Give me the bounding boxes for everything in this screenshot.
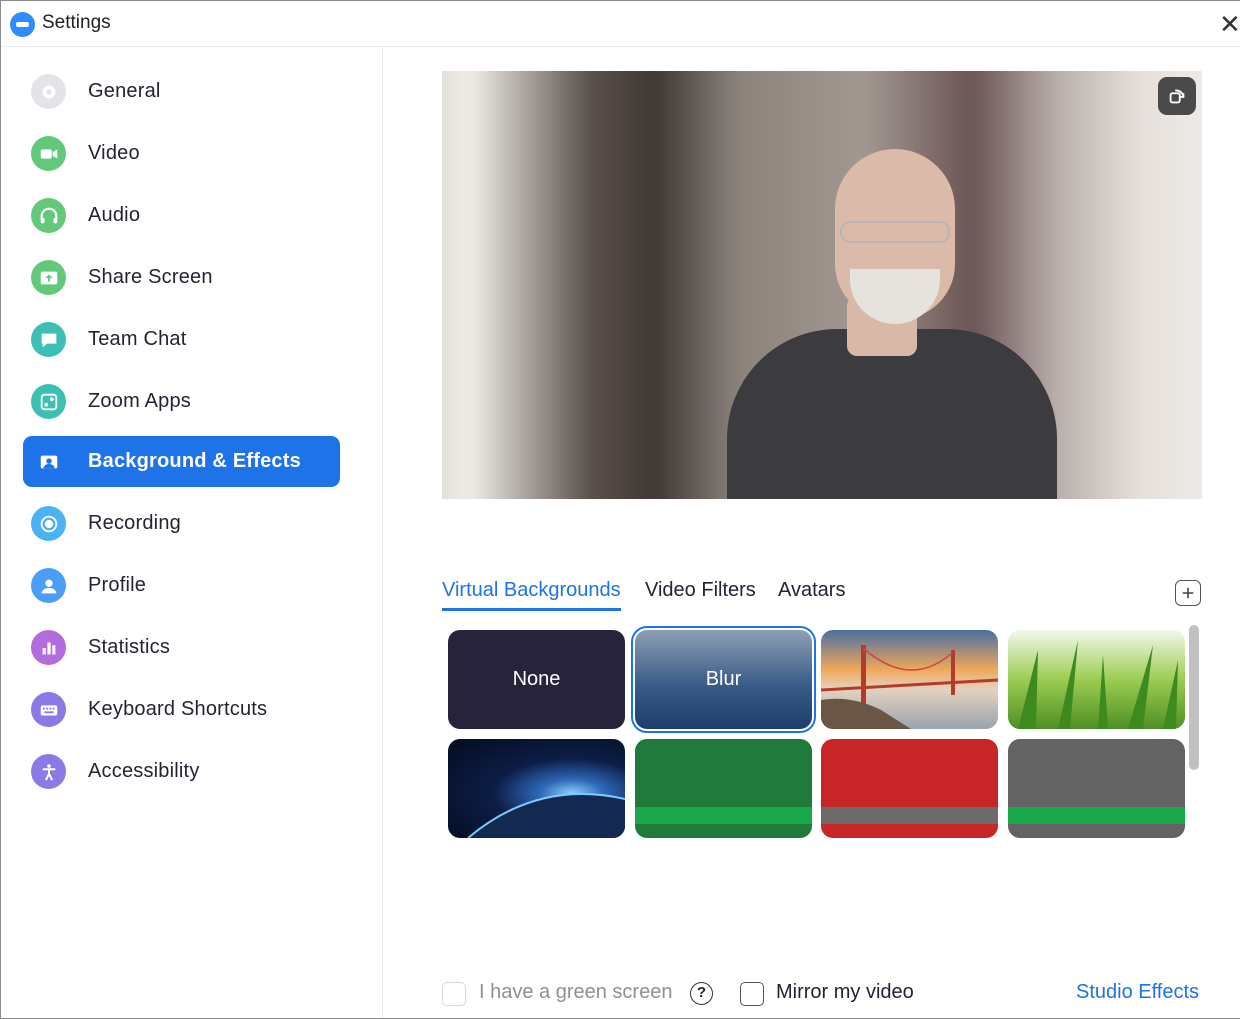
- thumb-label: None: [512, 668, 561, 690]
- record-icon: [31, 506, 66, 541]
- title-bar: Settings ✕: [1, 1, 1240, 47]
- settings-sidebar: General Video Audio Share Screen Team Ch…: [1, 47, 383, 1018]
- background-blur[interactable]: Blur: [631, 626, 816, 733]
- sidebar-item-label: Accessibility: [88, 760, 200, 782]
- grass-image: [1018, 640, 1178, 729]
- sidebar-item-video[interactable]: Video: [23, 128, 340, 179]
- sidebar-item-accessibility[interactable]: Accessibility: [23, 746, 340, 797]
- background-red-branded[interactable]: [821, 739, 998, 838]
- person-glasses: [840, 221, 950, 243]
- background-golden-gate-bridge[interactable]: [821, 630, 998, 729]
- rotate-icon: [1169, 89, 1185, 104]
- sidebar-item-label: Background & Effects: [88, 450, 301, 472]
- user-icon: [31, 568, 66, 603]
- background-green-branded[interactable]: [635, 739, 812, 838]
- brand-stripe: [821, 807, 998, 824]
- background-earth-from-space[interactable]: [448, 739, 625, 838]
- window-title: Settings: [42, 12, 111, 33]
- sidebar-item-audio[interactable]: Audio: [23, 190, 340, 241]
- video-preview: [442, 71, 1202, 499]
- sidebar-item-label: Statistics: [88, 636, 171, 658]
- share-screen-icon: [31, 260, 66, 295]
- rotate-camera-button[interactable]: [1158, 77, 1196, 115]
- backgrounds-scrollbar[interactable]: [1189, 625, 1199, 770]
- keyboard-icon: [31, 692, 66, 727]
- sidebar-item-keyboard-shortcuts[interactable]: Keyboard Shortcuts: [23, 684, 340, 735]
- chat-bubble-icon: [31, 322, 66, 357]
- thumb-label: Blur: [705, 668, 742, 690]
- settings-window: Settings ✕ General Video Audio Share Scr…: [0, 0, 1240, 1019]
- bar-chart-icon: [31, 630, 66, 665]
- apps-icon: [31, 384, 66, 419]
- background-grid: None Blur: [446, 626, 1186, 841]
- brand-stripe: [1008, 807, 1185, 824]
- background-grass[interactable]: [1008, 630, 1185, 729]
- video-camera-icon: [31, 136, 66, 171]
- sidebar-item-background-effects[interactable]: Background & Effects: [23, 436, 340, 487]
- background-effects-panel: Virtual Backgrounds Video Filters Avatar…: [384, 47, 1240, 1018]
- tab-video-filters[interactable]: Video Filters: [645, 579, 756, 608]
- sidebar-item-label: Recording: [88, 512, 181, 534]
- sidebar-item-label: Share Screen: [88, 266, 213, 288]
- plus-icon: [1182, 587, 1194, 599]
- sidebar-item-label: Audio: [88, 204, 141, 226]
- help-icon[interactable]: ?: [690, 982, 713, 1005]
- mirror-video-checkbox[interactable]: [740, 982, 764, 1006]
- sidebar-item-label: Profile: [88, 574, 147, 596]
- sidebar-item-label: Video: [88, 142, 140, 164]
- zoom-logo-icon: [10, 12, 35, 37]
- mirror-video-label: Mirror my video: [776, 981, 914, 1003]
- add-background-button[interactable]: [1175, 580, 1201, 606]
- green-screen-label: I have a green screen: [479, 981, 673, 1003]
- background-none[interactable]: None: [448, 630, 625, 729]
- sidebar-item-share-screen[interactable]: Share Screen: [23, 252, 340, 303]
- bridge-image: [821, 645, 998, 729]
- sidebar-item-label: General: [88, 80, 161, 102]
- sidebar-item-label: Team Chat: [88, 328, 187, 350]
- earth-image: [467, 793, 625, 838]
- studio-effects-link[interactable]: Studio Effects: [1076, 981, 1199, 1004]
- sidebar-item-profile[interactable]: Profile: [23, 560, 340, 611]
- close-button[interactable]: ✕: [1219, 7, 1240, 41]
- tab-virtual-backgrounds[interactable]: Virtual Backgrounds: [442, 579, 621, 611]
- sidebar-item-label: Keyboard Shortcuts: [88, 698, 268, 720]
- accessibility-icon: [31, 754, 66, 789]
- close-icon: ✕: [1219, 9, 1240, 39]
- headphones-icon: [31, 198, 66, 233]
- sidebar-item-label: Zoom Apps: [88, 390, 191, 412]
- portrait-icon: [31, 444, 66, 479]
- background-gray-branded[interactable]: [1008, 739, 1185, 838]
- sidebar-item-zoom-apps[interactable]: Zoom Apps: [23, 376, 340, 427]
- sidebar-item-recording[interactable]: Recording: [23, 498, 340, 549]
- green-screen-checkbox[interactable]: [442, 982, 466, 1006]
- background-options: I have a green screen ? Mirror my video …: [442, 977, 1202, 1011]
- tab-avatars[interactable]: Avatars: [778, 579, 845, 608]
- sidebar-item-general[interactable]: General: [23, 66, 340, 117]
- gear-icon: [31, 74, 66, 109]
- sidebar-item-team-chat[interactable]: Team Chat: [23, 314, 340, 365]
- brand-stripe: [635, 807, 812, 824]
- sidebar-item-statistics[interactable]: Statistics: [23, 622, 340, 673]
